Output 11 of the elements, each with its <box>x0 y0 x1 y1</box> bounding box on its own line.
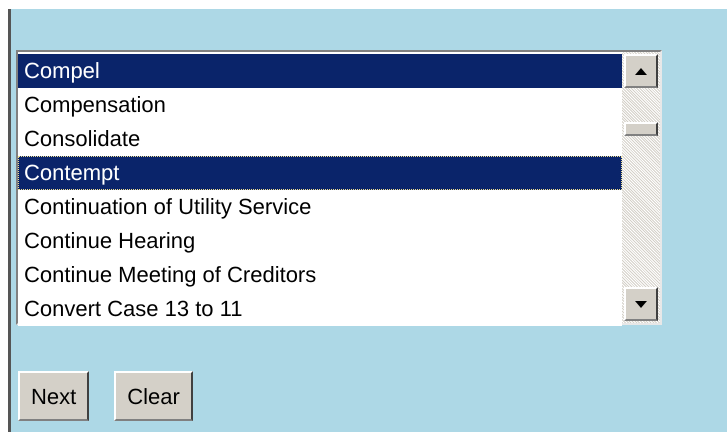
list-option[interactable]: Contempt <box>18 156 622 190</box>
list-box[interactable]: Compel Compensation Consolidate Contempt Continuation of Utility Service Continue Hearing Continue Meeting of Creditors Convert Case 13 to 11 <box>16 50 662 325</box>
scrollbar[interactable] <box>622 52 660 323</box>
form-button[interactable]: Next <box>18 371 90 421</box>
list-option[interactable]: Compel <box>18 54 622 88</box>
scroll-down-button[interactable] <box>624 287 658 321</box>
scroll-thumb[interactable] <box>624 122 658 136</box>
up-arrow-icon <box>635 68 647 74</box>
down-arrow-icon <box>635 300 647 308</box>
form-button[interactable]: Clear <box>114 371 193 421</box>
scroll-up-button[interactable] <box>624 54 658 88</box>
